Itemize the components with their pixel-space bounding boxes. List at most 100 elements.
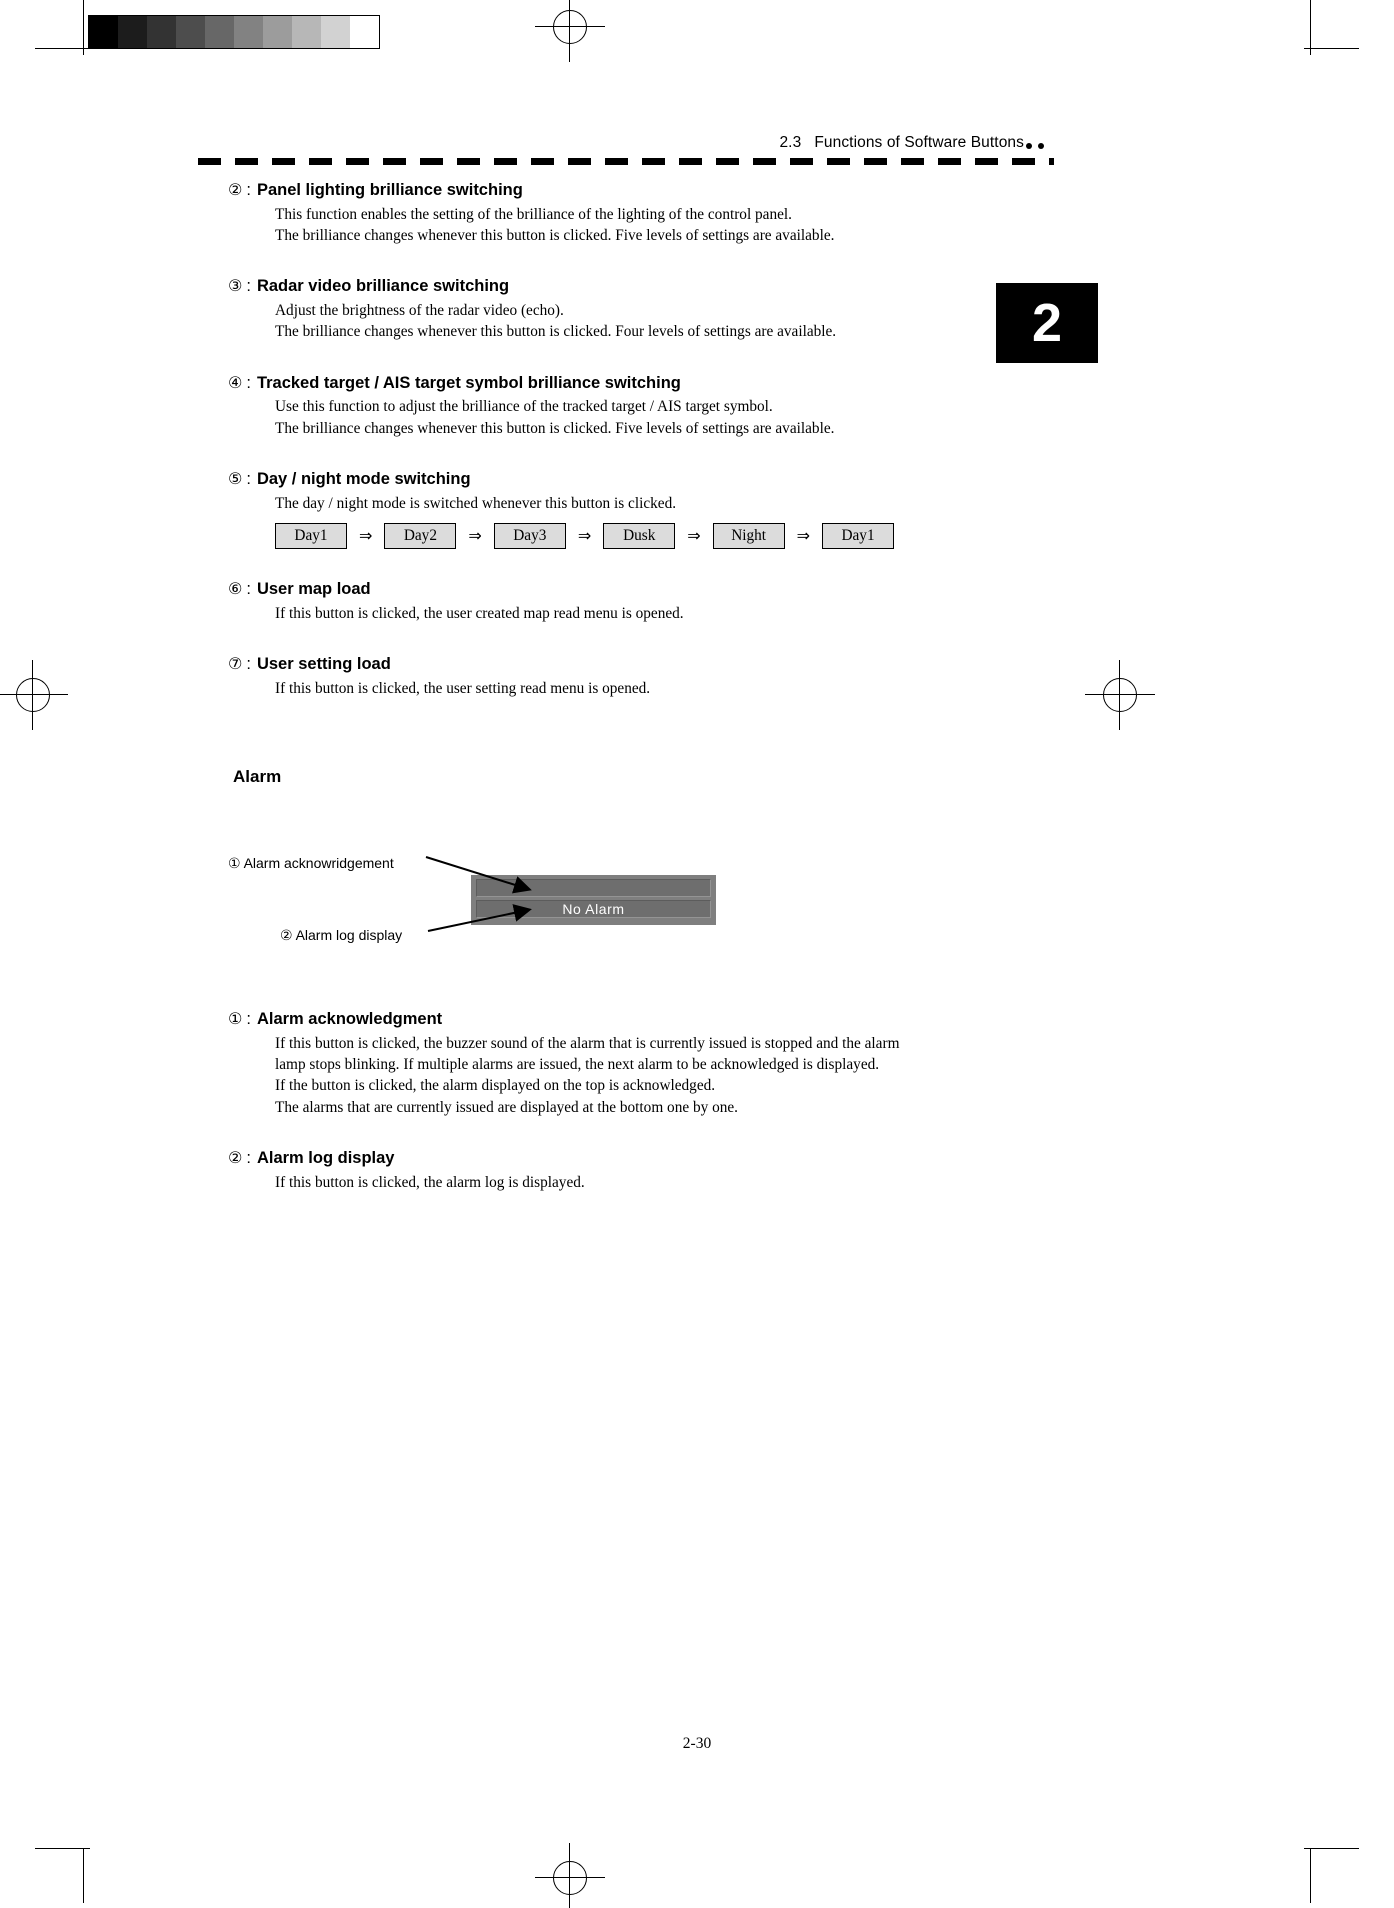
item-body-line: If this button is clicked, the buzzer so…	[275, 1034, 900, 1052]
gray-step	[350, 16, 379, 48]
chain-arrow-icon: ⇒	[796, 526, 811, 546]
item-body-line: If the button is clicked, the alarm disp…	[275, 1077, 716, 1095]
item-colon: :	[246, 580, 251, 599]
crop-mark-top-right	[1304, 0, 1359, 55]
gray-step	[234, 16, 263, 48]
registration-mark-top	[535, 0, 605, 62]
gray-step	[205, 16, 234, 48]
item-body-line: The day / night mode is switched wheneve…	[275, 494, 677, 512]
item-title: Alarm log display	[256, 1148, 395, 1167]
item-title: Radar video brilliance switching	[256, 277, 510, 296]
section-item-tracked-target: ④: Tracked target / AIS target symbol bri…	[228, 373, 1028, 439]
item-title: Tracked target / AIS target symbol brill…	[256, 373, 681, 392]
item-title: Alarm acknowledgment	[256, 1009, 443, 1028]
alarm-acknowledge-button[interactable]	[476, 878, 711, 897]
item-heading: ②: Panel lighting brilliance switching	[228, 180, 1028, 201]
mode-button-day3[interactable]: Day3	[493, 522, 566, 550]
item-body-line: This function enables the setting of the…	[275, 205, 792, 223]
item-title: Panel lighting brilliance switching	[256, 181, 523, 199]
item-heading: ①: Alarm acknowledgment	[228, 1009, 1028, 1030]
item-heading: ⑤: Day / night mode switching	[228, 469, 1028, 490]
registration-mark-right	[1085, 660, 1155, 730]
item-heading: ②: Alarm log display	[228, 1148, 1028, 1169]
alarm-widget: No Alarm	[471, 874, 716, 925]
item-body-line: If this button is clicked, the alarm log…	[275, 1173, 585, 1191]
mode-button-day1[interactable]: Day1	[275, 522, 347, 550]
document-page: 2.3 Functions of Software Buttons 2 ②: Pan…	[0, 0, 1394, 1908]
mode-button-dusk[interactable]: Dusk	[603, 522, 676, 550]
section-item-day-night: ⑤: Day / night mode switching The day / n…	[228, 469, 1028, 550]
gray-step	[263, 16, 292, 48]
header-dots-icon	[1026, 143, 1054, 155]
gray-step	[176, 16, 205, 48]
crop-mark-bottom-right	[1304, 1840, 1359, 1903]
page-number: 2-30	[682, 1735, 712, 1752]
item-colon: :	[246, 469, 251, 488]
item-number: ①	[228, 1008, 243, 1028]
crop-mark-top-left	[35, 0, 90, 55]
header-section-title: Functions of Software Buttons	[814, 134, 1024, 151]
item-title: User map load	[256, 580, 371, 599]
registration-mark-left	[0, 660, 68, 730]
grayscale-calibration-strip	[88, 15, 380, 49]
item-heading: ⑥: User map load	[228, 579, 1028, 600]
item-heading: ③: Radar video brilliance switching	[228, 276, 1028, 297]
item-body-line: Use this function to adjust the brillian…	[275, 398, 773, 416]
item-number: ②	[228, 1147, 243, 1167]
section-item-user-map-load: ⑥: User map load If this button is clicke…	[228, 579, 1028, 624]
gray-step	[292, 16, 321, 48]
crop-mark-bottom-left	[35, 1840, 90, 1903]
gray-step	[147, 16, 176, 48]
callout-label-alarm-log-display: ② Alarm log display	[280, 927, 402, 944]
item-title: User setting load	[256, 654, 391, 673]
section-item-panel-lighting: ②: Panel lighting brilliance switching Th…	[228, 180, 1028, 246]
item-number: ③	[228, 276, 243, 296]
item-body-line: Adjust the brightness of the radar video…	[275, 301, 564, 319]
gray-step	[89, 16, 118, 48]
section-item-radar-video: ③: Radar video brilliance switching Adjus…	[228, 276, 1028, 342]
item-body-line: The brilliance changes whenever this but…	[275, 323, 837, 341]
mode-button-day1-loop[interactable]: Day1	[822, 522, 895, 550]
item-body-line: lamp stops blinking. If multiple alarms …	[275, 1055, 880, 1073]
item-colon: :	[246, 1148, 251, 1167]
item-body-line: The brilliance changes whenever this but…	[275, 226, 835, 244]
item-heading: ⑦: User setting load	[228, 654, 1028, 675]
mode-button-day2[interactable]: Day2	[384, 522, 457, 550]
item-number: ②	[228, 180, 243, 199]
item-heading: ④: Tracked target / AIS target symbol bri…	[228, 373, 1028, 394]
item-number: ⑦	[228, 653, 243, 673]
item-body-line: If this button is clicked, the user crea…	[275, 604, 684, 622]
day-night-mode-chain: Day1 ⇒ Day2 ⇒ Day3 ⇒ Dusk ⇒ Night ⇒ Day1	[275, 522, 1028, 550]
item-body-line: The brilliance changes whenever this but…	[275, 419, 835, 437]
item-colon: :	[246, 277, 251, 296]
item-title: Day / night mode switching	[256, 469, 471, 488]
callout-number: ②	[280, 927, 293, 944]
running-header: 2.3 Functions of Software Buttons	[779, 134, 1024, 152]
callout-text: Alarm acknowridgement	[243, 854, 394, 871]
callout-text: Alarm log display	[295, 926, 403, 943]
alarm-log-display-button[interactable]: No Alarm	[476, 899, 711, 918]
gray-step	[118, 16, 147, 48]
callout-number: ①	[228, 855, 241, 872]
header-dashed-rule	[198, 158, 1054, 165]
item-colon: :	[246, 373, 251, 392]
header-section-number: 2.3	[779, 134, 802, 151]
alarm-item-acknowledgment: ①: Alarm acknowledgment If this button is…	[228, 1009, 1028, 1118]
item-colon: :	[246, 1009, 251, 1028]
alarm-figure: ① Alarm acknowridgement ② Alarm log displa…	[228, 827, 1028, 947]
chain-arrow-icon: ⇒	[468, 526, 482, 546]
mode-button-night[interactable]: Night	[712, 522, 785, 550]
item-body-line: If this button is clicked, the user sett…	[275, 679, 651, 697]
item-number: ④	[228, 372, 243, 392]
chain-arrow-icon: ⇒	[687, 526, 701, 546]
item-number: ⑥	[228, 579, 243, 599]
item-colon: :	[246, 654, 251, 673]
gray-step	[321, 16, 350, 48]
chain-arrow-icon: ⇒	[577, 526, 592, 546]
item-number: ⑤	[228, 468, 243, 488]
alarm-section-title: Alarm	[233, 766, 282, 786]
alarm-item-log-display: ②: Alarm log display If this button is cl…	[228, 1148, 1028, 1193]
section-item-user-setting-load: ⑦: User setting load If this button is cl…	[228, 654, 1028, 699]
page-content: ②: Panel lighting brilliance switching Th…	[228, 180, 1028, 1193]
registration-mark-bottom	[535, 1843, 605, 1908]
